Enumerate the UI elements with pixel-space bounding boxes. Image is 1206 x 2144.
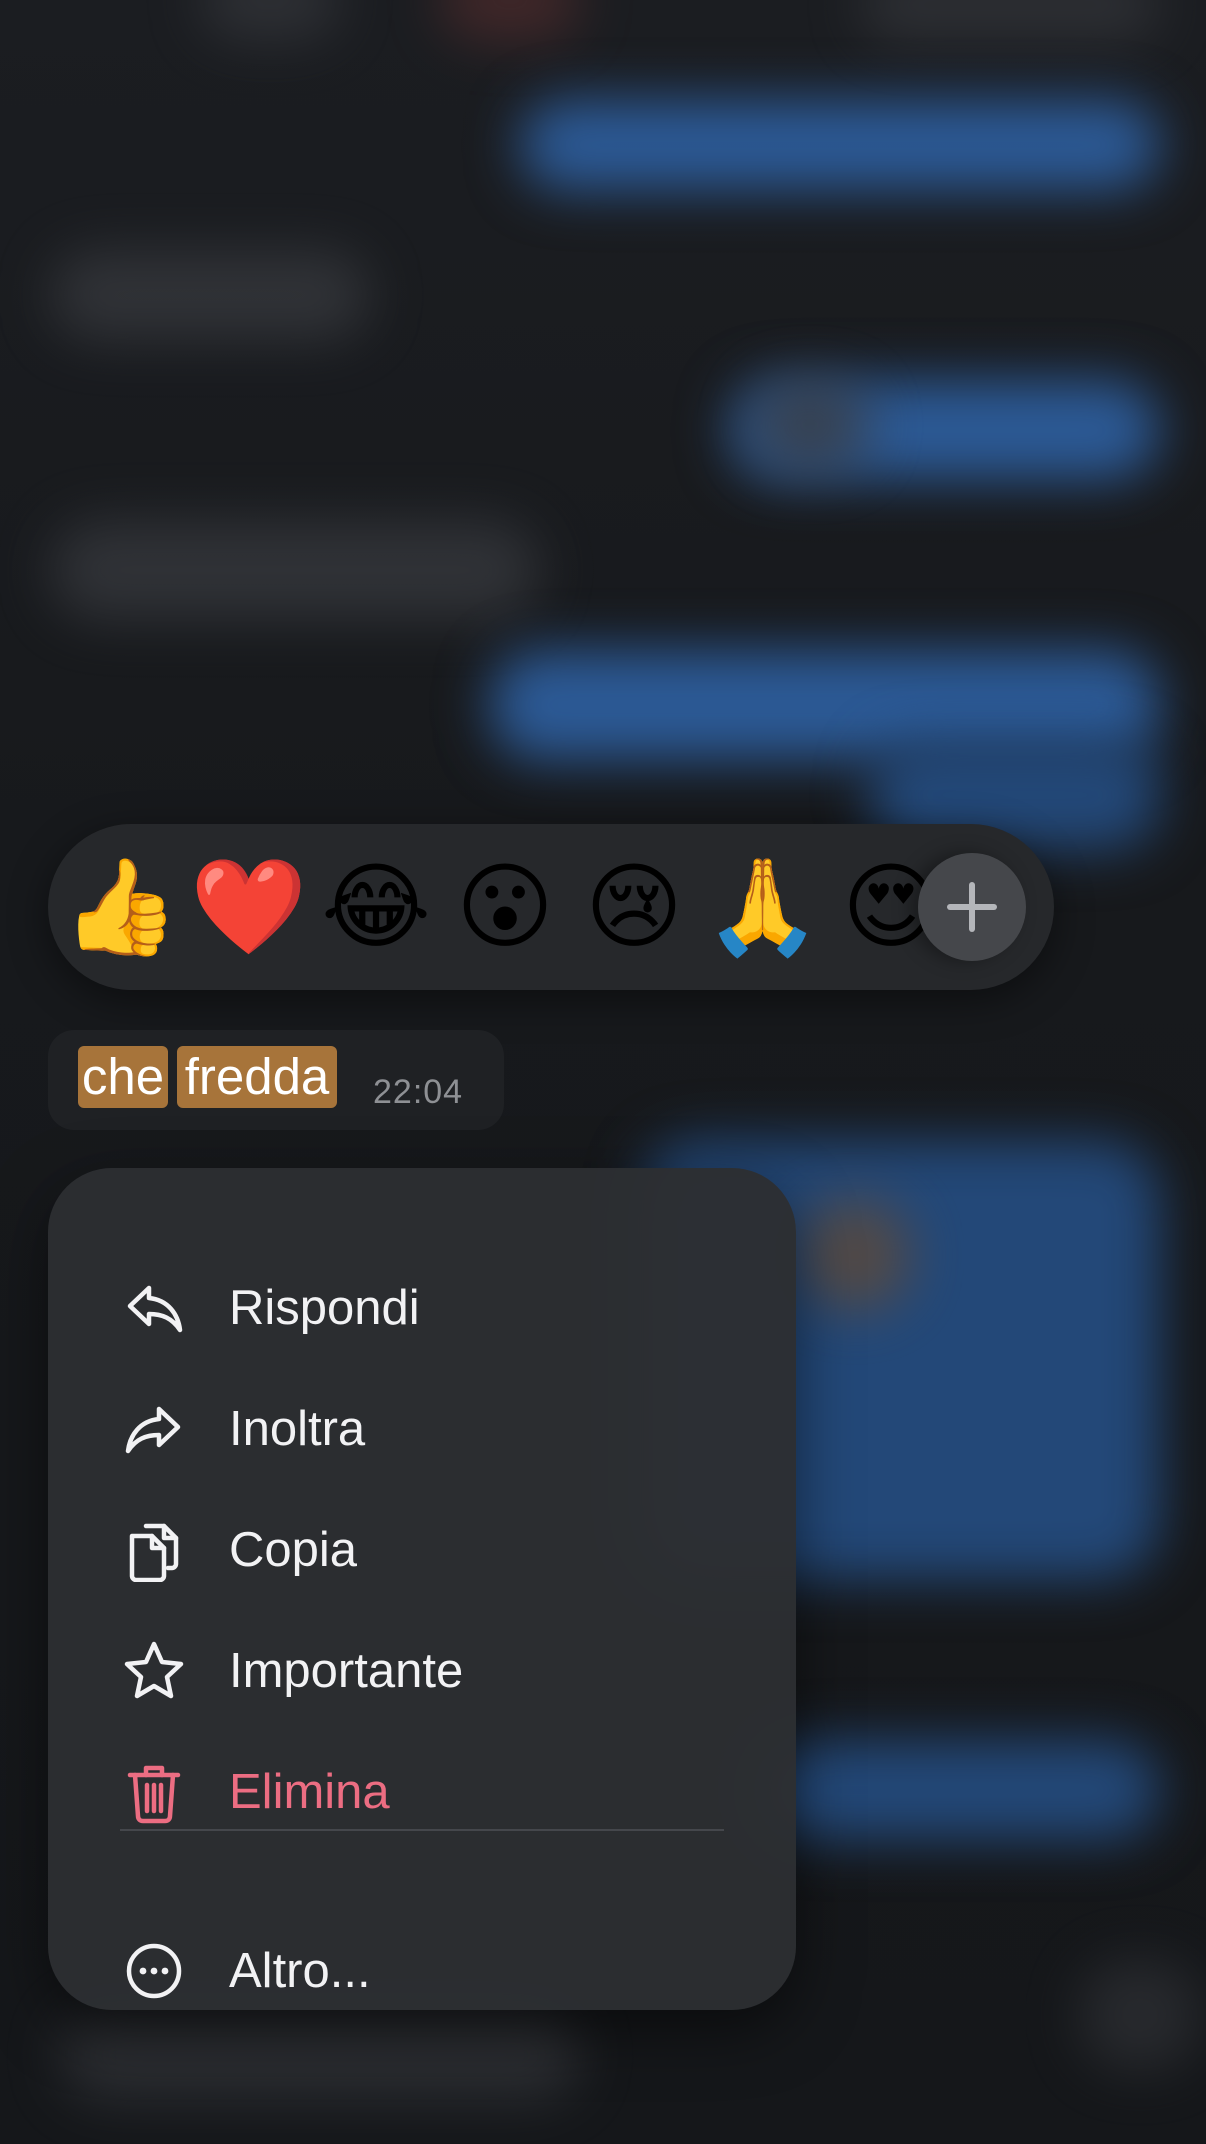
highlighted-word: che (78, 1046, 168, 1108)
message-context-menu: Rispondi Inoltra Copia Importante Elimin… (48, 1168, 796, 2010)
menu-divider (120, 1829, 724, 1831)
menu-item-copy[interactable]: Copia (48, 1500, 796, 1600)
menu-item-label: Importante (229, 1644, 464, 1698)
reaction-folded-hands[interactable]: 🙏 (704, 850, 821, 966)
message-timestamp: 22:04 (373, 1073, 464, 1111)
reaction-tears-of-joy[interactable]: 😂 (318, 850, 434, 966)
menu-item-delete[interactable]: Elimina (48, 1742, 796, 1842)
highlighted-word: fredda (177, 1046, 337, 1108)
reply-icon (122, 1276, 186, 1340)
menu-item-important[interactable]: Importante (48, 1621, 796, 1721)
menu-item-label: Elimina (229, 1765, 390, 1819)
menu-item-label: Inoltra (229, 1402, 366, 1456)
menu-item-more[interactable]: Altro... (48, 1921, 796, 2021)
forward-icon (122, 1397, 186, 1461)
reaction-open-mouth[interactable]: 😮 (447, 850, 563, 966)
copy-icon (122, 1518, 186, 1582)
menu-item-label: Altro... (229, 1944, 371, 1998)
menu-item-forward[interactable]: Inoltra (48, 1379, 796, 1479)
trash-icon (122, 1760, 186, 1824)
reaction-thumbs-up[interactable]: 👍 (62, 850, 179, 966)
star-icon (122, 1639, 186, 1703)
reaction-bar: 👍 ❤️ 😂 😮 😢 🙏 😍 (48, 824, 1054, 990)
message-bubble[interactable]: che fredda 22:04 (48, 1030, 504, 1130)
reaction-crying-face[interactable]: 😢 (576, 850, 692, 966)
menu-item-reply[interactable]: Rispondi (48, 1258, 796, 1358)
more-reactions-button[interactable] (918, 853, 1026, 961)
menu-item-label: Rispondi (229, 1281, 420, 1335)
more-circle-icon (122, 1939, 186, 2003)
menu-item-label: Copia (229, 1523, 358, 1577)
reaction-red-heart[interactable]: ❤️ (190, 850, 307, 966)
